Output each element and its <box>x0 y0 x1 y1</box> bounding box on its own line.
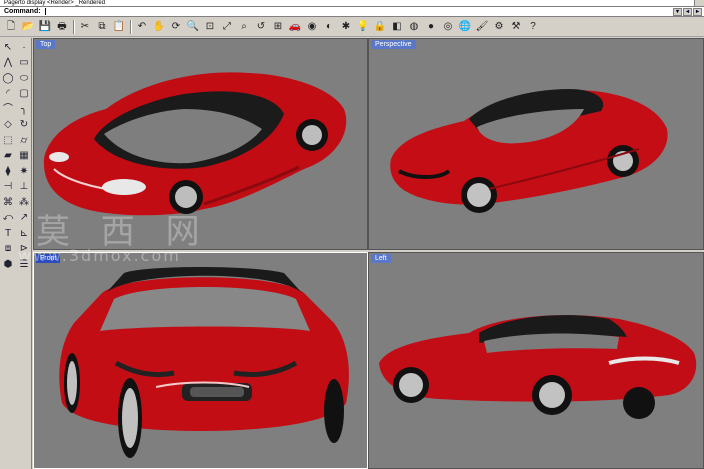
pan-icon[interactable]: ✋ <box>151 19 167 35</box>
viewport-label-top[interactable]: Top <box>36 40 56 49</box>
rotate-view-icon[interactable]: ⟳ <box>168 19 184 35</box>
light-icon[interactable]: 💡 <box>355 19 371 35</box>
viewport-label-perspective[interactable]: Perspective <box>371 40 416 49</box>
render-icon[interactable]: ◎ <box>440 19 456 35</box>
cylinder-icon[interactable]: ⌭ <box>16 133 32 149</box>
car-left-render <box>379 315 697 419</box>
cut-icon[interactable]: ✂ <box>77 19 93 35</box>
circle-icon[interactable]: ◯ <box>0 71 16 87</box>
shaded-icon[interactable]: ● <box>423 19 439 35</box>
extrude-icon[interactable]: ▰ <box>0 149 16 165</box>
revolve-icon[interactable]: ↻ <box>16 118 32 134</box>
curve-icon[interactable]: ⌒ <box>0 102 16 118</box>
split-icon[interactable]: ⊥ <box>16 180 32 196</box>
fillet-icon[interactable]: ╮ <box>16 102 32 118</box>
hide-icon[interactable]: ◉ <box>304 19 320 35</box>
rhino-app-window: Pagerto display <Render> _Rendered Comma… <box>0 0 704 469</box>
print-icon[interactable]: 🖶 <box>54 19 70 35</box>
viewport-perspective[interactable]: Perspective <box>368 38 704 250</box>
car-front-render <box>59 267 349 458</box>
left-toolbar-grid: ↖ · ⋀ ▭ ◯ ⬭ ◜ ▢ ⌒ ╮ ◇ ↻ ⬚ ⌭ ▰ ▦ ⧫ ✷ ⊣ ⊥ ⌘ ⁂ ⤺ ↗ T ⊾ ⧈ ⊳ ⬢ ☰ <box>0 38 31 273</box>
select-icon[interactable]: ↖ <box>0 40 16 56</box>
mesh-icon[interactable]: ▦ <box>16 149 32 165</box>
viewport-left[interactable]: Left <box>368 252 704 469</box>
box-icon[interactable]: ⬚ <box>0 133 16 149</box>
car-icon[interactable]: 🚗 <box>287 19 303 35</box>
render-mesh-icon[interactable]: ⬢ <box>0 257 16 273</box>
group-icon[interactable]: ⁂ <box>16 195 32 211</box>
help-icon[interactable]: ? <box>525 19 541 35</box>
point-icon[interactable]: · <box>16 40 32 56</box>
settings-icon[interactable]: ⚙ <box>491 19 507 35</box>
command-nav: ▾ ◂ ▸ <box>673 8 702 16</box>
watermark-url: www.3dmox.com <box>18 246 181 265</box>
main-toolbar: 🗋 📂 💾 🖶 ✂ ⧉ 📋 ↶ ✋ ⟳ 🔍 ⊡ ⤢ ⌕ ↺ ⊞ 🚗 ◉ ◐ ✱ 💡 🔒 ◧ ◍ ● ◎ 🌐 🖌 ⚙ ⚒? <box>0 18 704 37</box>
join-icon[interactable]: ⌘ <box>0 195 16 211</box>
zoom-extents-icon[interactable]: ⤢ <box>219 19 235 35</box>
chevron-right-icon[interactable]: ▸ <box>693 8 702 16</box>
rect-icon[interactable]: ▢ <box>16 87 32 103</box>
zoom-selected-icon[interactable]: ⌕ <box>236 19 252 35</box>
trim-icon[interactable]: ⊣ <box>0 180 16 196</box>
chevron-left-icon[interactable]: ◂ <box>683 8 692 16</box>
boolean-icon[interactable]: ⧫ <box>0 164 16 180</box>
dimension-icon[interactable]: ⊾ <box>16 226 32 242</box>
arc-icon[interactable]: ◜ <box>0 87 16 103</box>
viewport-front[interactable]: Front <box>33 252 368 469</box>
globe-icon[interactable]: 🌐 <box>457 19 473 35</box>
layer-icon[interactable]: ◧ <box>389 19 405 35</box>
text-icon[interactable]: T <box>0 226 16 242</box>
open-icon[interactable]: 📂 <box>20 19 36 35</box>
paste-icon[interactable]: 📋 <box>111 19 127 35</box>
command-line[interactable]: Command: ▾ ◂ ▸ <box>0 6 704 17</box>
zoom-window-icon[interactable]: ⊡ <box>202 19 218 35</box>
explode-icon[interactable]: ✷ <box>16 164 32 180</box>
copy-obj-icon[interactable]: ↗ <box>16 211 32 227</box>
toolbar-separator <box>130 20 132 34</box>
copy-icon[interactable]: ⧉ <box>94 19 110 35</box>
color-wheel-icon[interactable]: ◍ <box>406 19 422 35</box>
command-caret <box>44 7 46 15</box>
rectangle-icon[interactable]: ▭ <box>16 56 32 72</box>
command-label: Command: <box>4 8 41 15</box>
polyline-icon[interactable]: ⋀ <box>0 56 16 72</box>
new-icon[interactable]: 🗋 <box>3 19 19 35</box>
four-viewports-icon[interactable]: ⊞ <box>270 19 286 35</box>
paint-icon[interactable]: 🖌 <box>474 19 490 35</box>
viewport-label-left[interactable]: Left <box>371 254 391 263</box>
ellipse-icon[interactable]: ⬭ <box>16 71 32 87</box>
options-icon[interactable]: ⚒ <box>508 19 524 35</box>
show-icon[interactable]: ◐ <box>321 19 337 35</box>
lock-icon[interactable]: 🔒 <box>372 19 388 35</box>
chevron-down-icon[interactable]: ▾ <box>673 8 682 16</box>
zoom-icon[interactable]: 🔍 <box>185 19 201 35</box>
car-perspective-render <box>390 89 668 213</box>
undo-icon[interactable]: ↶ <box>134 19 150 35</box>
undo-view-icon[interactable]: ↺ <box>253 19 269 35</box>
surface-icon[interactable]: ◇ <box>0 118 16 134</box>
move-icon[interactable]: ⤺ <box>0 211 16 227</box>
save-icon[interactable]: 💾 <box>37 19 53 35</box>
block-icon[interactable]: ⧈ <box>0 242 16 258</box>
snap-icon[interactable]: ✱ <box>338 19 354 35</box>
toolbar-separator <box>73 20 75 34</box>
